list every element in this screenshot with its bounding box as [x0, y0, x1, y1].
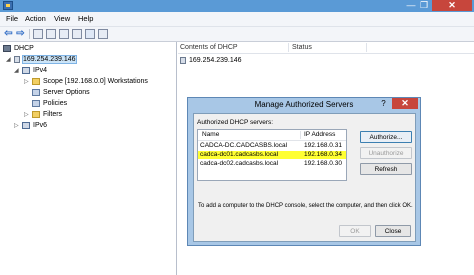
tree-item-server[interactable]: ◢ 169.254.239.146 [6, 54, 77, 66]
dhcp-icon [3, 44, 11, 52]
help-button[interactable]: ? [378, 99, 389, 109]
server-row[interactable]: cadca-dc02.cadcasbs.local 192.168.0.30 [198, 160, 346, 168]
dhcp-app-icon [3, 1, 13, 10]
column-divider[interactable] [288, 43, 289, 52]
server-ip: 192.168.0.30 [304, 160, 342, 167]
column-divider[interactable] [300, 131, 301, 139]
tree-item-server-options[interactable]: Server Options [32, 87, 90, 98]
content-row-server[interactable]: 169.254.239.146 [180, 55, 242, 66]
tree-item-policies[interactable]: Policies [32, 98, 67, 109]
menu-file[interactable]: File [6, 12, 18, 26]
console-tree-icon[interactable] [33, 29, 43, 39]
tree-item-filters[interactable]: ▷ Filters [24, 109, 62, 120]
servers-list-header: Name IP Address [198, 130, 346, 141]
server-row[interactable]: CADCA-DC.CADCASBS.local 192.168.0.31 [198, 142, 346, 150]
menu-view[interactable]: View [54, 12, 70, 26]
server-name: CADCA-DC.CADCASBS.local [200, 142, 288, 149]
collapse-arrow-icon[interactable]: ◢ [14, 66, 20, 77]
refresh-icon[interactable] [59, 29, 69, 39]
toolbar: ⇦ ⇨ [0, 27, 474, 42]
maximize-button[interactable]: ❐ [418, 0, 430, 11]
ipv6-icon [22, 121, 30, 129]
close-window-button[interactable]: ✕ [432, 0, 472, 11]
close-button[interactable]: Close [375, 225, 411, 237]
column-contents[interactable]: Contents of DHCP [180, 42, 238, 53]
dialog-close-button[interactable]: ✕ [392, 98, 418, 109]
show-hide-action-pane-icon[interactable] [98, 29, 108, 39]
authorize-button[interactable]: Authorize... [360, 131, 412, 143]
column-divider[interactable] [366, 43, 367, 52]
server-icon [14, 55, 20, 63]
content-list-header: Contents of DHCP Status [178, 42, 474, 54]
menu-help[interactable]: Help [78, 12, 93, 26]
expand-arrow-icon[interactable]: ▷ [14, 121, 20, 132]
server-options-icon [32, 88, 40, 96]
refresh-button[interactable]: Refresh [360, 163, 412, 175]
instruction-text: To add a computer to the DHCP console, s… [198, 203, 413, 209]
toolbar-separator [29, 29, 30, 39]
server-ip: 192.168.0.34 [304, 151, 342, 158]
ipv4-icon [22, 66, 30, 74]
properties-icon[interactable] [46, 29, 56, 39]
policies-icon [32, 99, 40, 107]
unauthorize-button[interactable]: Unauthorize [360, 147, 412, 159]
tree-item-ipv4[interactable]: ◢ IPv4 [14, 65, 47, 76]
expand-arrow-icon[interactable]: ▷ [24, 77, 30, 88]
dialog-body: Authorized DHCP servers: Name IP Address… [193, 113, 416, 242]
server-ip: 192.168.0.31 [304, 142, 342, 149]
tree-item-scope[interactable]: ▷ Scope [192.168.0.0] Workstations [24, 76, 148, 87]
forward-arrow-icon[interactable]: ⇨ [15, 28, 26, 39]
menu-bar: File Action View Help [0, 12, 474, 27]
server-row-highlighted[interactable]: cadca-dc01.cadcasbs.local 192.168.0.34 [198, 151, 346, 159]
server-icon [180, 56, 186, 64]
filter-icon [32, 110, 40, 118]
server-name: cadca-dc02.cadcasbs.local [200, 160, 279, 167]
manage-authorized-servers-dialog: Manage Authorized Servers ? ✕ Authorized… [187, 97, 421, 246]
collapse-arrow-icon[interactable]: ◢ [6, 55, 12, 66]
menu-action[interactable]: Action [25, 12, 46, 26]
ok-button[interactable]: OK [339, 225, 371, 237]
back-arrow-icon[interactable]: ⇦ [3, 28, 14, 39]
help-icon[interactable] [85, 29, 95, 39]
column-name[interactable]: Name [202, 131, 219, 138]
authorized-servers-list[interactable]: Name IP Address CADCA-DC.CADCASBS.local … [197, 129, 347, 181]
console-tree: DHCP ◢ 169.254.239.146 ◢ IPv4 ▷ Scope [192.… [0, 42, 177, 275]
minimize-button[interactable]: — [405, 0, 417, 11]
column-ip-address[interactable]: IP Address [304, 131, 335, 138]
column-status[interactable]: Status [292, 42, 312, 53]
server-name: cadca-dc01.cadcasbs.local [200, 151, 279, 158]
export-list-icon[interactable] [72, 29, 82, 39]
folder-icon [32, 77, 40, 85]
window-title-bar: — ❐ ✕ [0, 0, 474, 12]
tree-item-ipv6[interactable]: ▷ IPv6 [14, 120, 47, 131]
tree-item-dhcp[interactable]: DHCP [3, 43, 34, 54]
authorized-servers-label: Authorized DHCP servers: [197, 119, 274, 126]
